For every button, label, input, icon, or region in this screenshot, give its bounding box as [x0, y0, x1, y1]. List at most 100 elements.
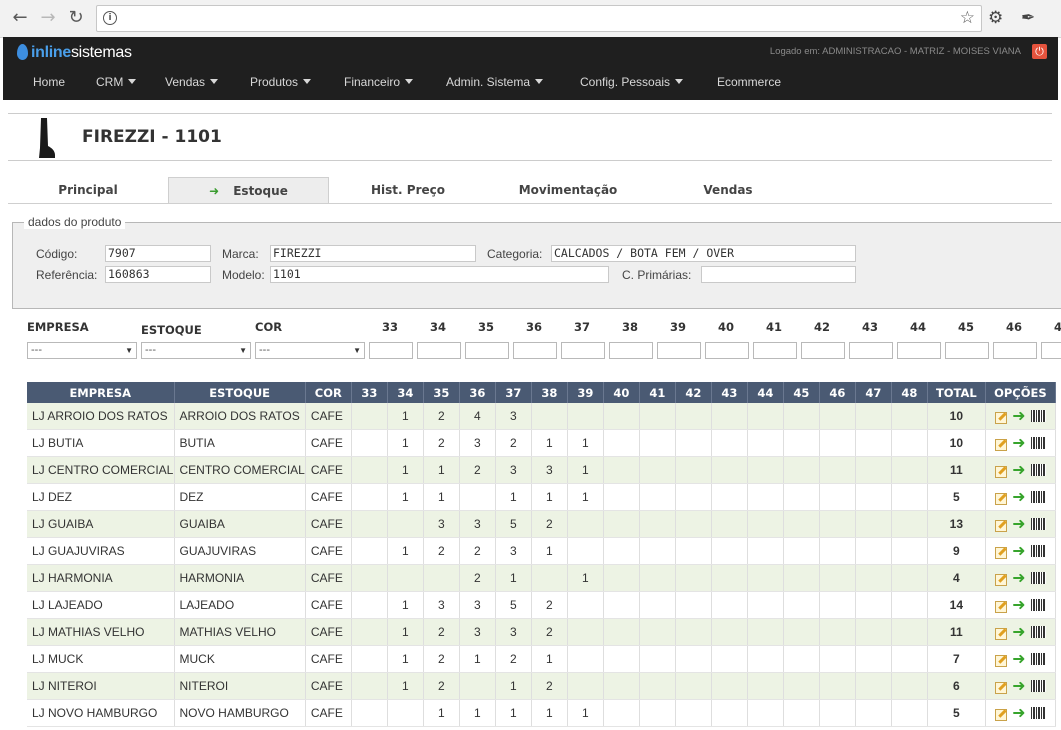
barcode-icon[interactable]: [1030, 437, 1046, 450]
size-filter-input[interactable]: [753, 342, 797, 359]
barcode-icon[interactable]: [1030, 626, 1046, 639]
transfer-arrow-icon[interactable]: ➜: [1012, 570, 1025, 586]
tab-estoque[interactable]: ➜ Estoque: [168, 177, 329, 204]
referencia-field[interactable]: 160863: [105, 266, 211, 283]
column-header[interactable]: 33: [351, 382, 388, 403]
transfer-arrow-icon[interactable]: ➜: [1012, 678, 1025, 694]
size-filter-input[interactable]: [513, 342, 557, 359]
edit-pencil-icon[interactable]: [995, 573, 1008, 586]
edit-pencil-icon[interactable]: [995, 627, 1008, 640]
menu-item-financeiro[interactable]: Financeiro: [344, 75, 414, 89]
edit-pencil-icon[interactable]: [995, 681, 1008, 694]
size-filter-input[interactable]: [369, 342, 413, 359]
barcode-icon[interactable]: [1030, 653, 1046, 666]
column-header[interactable]: 39: [567, 382, 604, 403]
categoria-field[interactable]: CALCADOS / BOTA FEM / OVER: [551, 245, 856, 262]
size-filter-input[interactable]: [705, 342, 749, 359]
codigo-field[interactable]: 7907: [105, 245, 211, 262]
app-logo[interactable]: inlinesistemas: [17, 44, 132, 62]
size-filter-input[interactable]: [657, 342, 701, 359]
column-header[interactable]: TOTAL: [927, 382, 986, 403]
tab-vendas[interactable]: Vendas: [648, 177, 808, 203]
settings-gear-icon[interactable]: ⚙: [988, 8, 1003, 28]
barcode-icon[interactable]: [1030, 572, 1046, 585]
barcode-icon[interactable]: [1030, 464, 1046, 477]
column-header[interactable]: OPÇÕES: [985, 382, 1056, 403]
edit-pencil-icon[interactable]: [995, 519, 1008, 532]
transfer-arrow-icon[interactable]: ➜: [1012, 651, 1025, 667]
size-filter-input[interactable]: [849, 342, 893, 359]
reload-icon[interactable]: ↻: [66, 8, 86, 28]
edit-pencil-icon[interactable]: [995, 411, 1008, 424]
edit-pencil-icon[interactable]: [995, 600, 1008, 613]
edit-pencil-icon[interactable]: [995, 654, 1008, 667]
column-header[interactable]: 44: [747, 382, 784, 403]
column-header[interactable]: 42: [675, 382, 712, 403]
transfer-arrow-icon[interactable]: ➜: [1012, 462, 1025, 478]
size-filter-input[interactable]: [561, 342, 605, 359]
transfer-arrow-icon[interactable]: ➜: [1012, 489, 1025, 505]
menu-item-ecommerce[interactable]: Ecommerce: [717, 75, 781, 89]
tab-movimentacao[interactable]: Movimentação: [488, 177, 648, 203]
column-header[interactable]: 40: [603, 382, 640, 403]
barcode-icon[interactable]: [1030, 707, 1046, 720]
size-filter-input[interactable]: [945, 342, 989, 359]
edit-pencil-icon[interactable]: [995, 492, 1008, 505]
column-header[interactable]: 47: [855, 382, 892, 403]
forward-icon[interactable]: →: [38, 8, 58, 28]
size-filter-input[interactable]: [801, 342, 845, 359]
primarias-field[interactable]: [701, 266, 856, 283]
edit-pencil-icon[interactable]: [995, 708, 1008, 721]
edit-pencil-icon[interactable]: [995, 546, 1008, 559]
edit-pencil-icon[interactable]: [995, 438, 1008, 451]
column-header[interactable]: 48: [891, 382, 928, 403]
column-header[interactable]: 46: [819, 382, 856, 403]
menu-item-home[interactable]: Home: [33, 75, 65, 89]
size-filter-input[interactable]: [465, 342, 509, 359]
size-filter-input[interactable]: [417, 342, 461, 359]
modelo-field[interactable]: 1101: [270, 266, 609, 283]
barcode-icon[interactable]: [1030, 599, 1046, 612]
menu-item-vendas[interactable]: Vendas: [165, 75, 219, 89]
transfer-arrow-icon[interactable]: ➜: [1012, 435, 1025, 451]
address-bar[interactable]: i ☆: [96, 5, 982, 32]
info-icon[interactable]: i: [103, 11, 117, 25]
transfer-arrow-icon[interactable]: ➜: [1012, 597, 1025, 613]
column-header[interactable]: 35: [423, 382, 460, 403]
size-filter-input[interactable]: [993, 342, 1037, 359]
filter-estoque-select[interactable]: --- ▼: [141, 342, 251, 359]
menu-item-admin[interactable]: Admin. Sistema: [446, 75, 544, 89]
size-filter-input[interactable]: [897, 342, 941, 359]
barcode-icon[interactable]: [1030, 545, 1046, 558]
column-header[interactable]: 38: [531, 382, 568, 403]
eyedropper-icon[interactable]: ✒: [1021, 8, 1035, 28]
transfer-arrow-icon[interactable]: ➜: [1012, 543, 1025, 559]
transfer-arrow-icon[interactable]: ➜: [1012, 624, 1025, 640]
column-header[interactable]: 34: [387, 382, 424, 403]
menu-item-crm[interactable]: CRM: [96, 75, 137, 89]
column-header[interactable]: 43: [711, 382, 748, 403]
tab-principal[interactable]: Principal: [8, 177, 168, 203]
column-header[interactable]: ESTOQUE: [174, 382, 306, 403]
marca-field[interactable]: FIREZZI: [270, 245, 476, 262]
filter-empresa-select[interactable]: --- ▼: [27, 342, 137, 359]
column-header[interactable]: EMPRESA: [27, 382, 175, 403]
transfer-arrow-icon[interactable]: ➜: [1012, 705, 1025, 721]
menu-item-config[interactable]: Config. Pessoais: [580, 75, 684, 89]
column-header[interactable]: 37: [495, 382, 532, 403]
size-filter-input[interactable]: [609, 342, 653, 359]
transfer-arrow-icon[interactable]: ➜: [1012, 408, 1025, 424]
size-filter-input[interactable]: [1041, 342, 1061, 359]
barcode-icon[interactable]: [1030, 491, 1046, 504]
column-header[interactable]: 41: [639, 382, 676, 403]
column-header[interactable]: 45: [783, 382, 820, 403]
logout-power-icon[interactable]: ⏻: [1032, 44, 1047, 59]
filter-cor-select[interactable]: --- ▼: [255, 342, 365, 359]
transfer-arrow-icon[interactable]: ➜: [1012, 516, 1025, 532]
tab-hist-preco[interactable]: Hist. Preço: [328, 177, 488, 203]
edit-pencil-icon[interactable]: [995, 465, 1008, 478]
column-header[interactable]: COR: [305, 382, 352, 403]
back-icon[interactable]: ←: [10, 8, 30, 28]
column-header[interactable]: 36: [459, 382, 496, 403]
barcode-icon[interactable]: [1030, 410, 1046, 423]
